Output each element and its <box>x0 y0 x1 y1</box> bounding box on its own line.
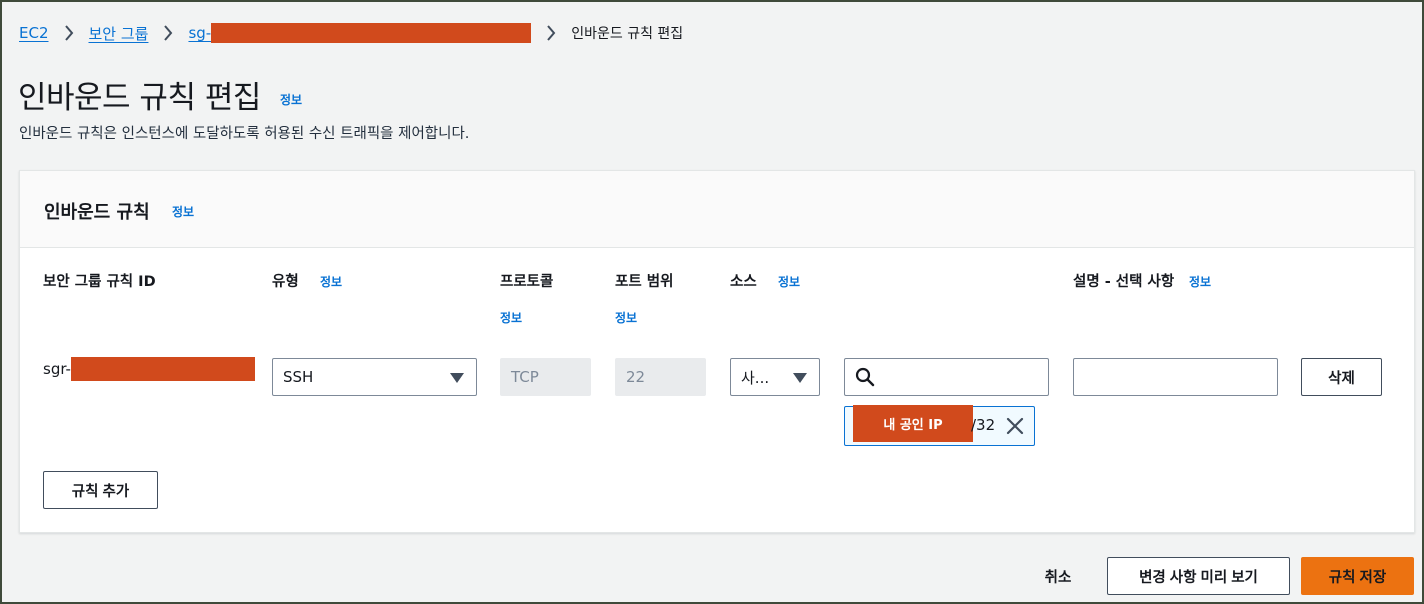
redaction-box <box>211 23 532 43</box>
port-range-value: 22 <box>626 368 646 386</box>
preview-changes-button[interactable]: 변경 사항 미리 보기 <box>1107 557 1290 595</box>
breadcrumb-security-groups[interactable]: 보안 그룹 <box>89 23 149 44</box>
port-range-info-link[interactable]: 정보 <box>615 309 637 326</box>
source-info-link[interactable]: 정보 <box>778 273 800 290</box>
column-protocol: 프로토콜 <box>500 274 554 290</box>
token-value: /32 <box>971 416 996 434</box>
close-icon[interactable] <box>1005 416 1025 436</box>
protocol-value: TCP <box>511 368 539 386</box>
protocol-field: TCP <box>500 358 591 396</box>
description-input[interactable] <box>1073 358 1278 396</box>
header-info-link[interactable]: 정보 <box>280 91 302 108</box>
cancel-button[interactable]: 취소 <box>1030 557 1086 595</box>
source-type-select[interactable]: 사... <box>730 358 820 396</box>
rule-id-cell: sgr- <box>43 357 255 381</box>
type-select-value: SSH <box>283 368 314 386</box>
page-title: 인바운드 규칙 편집 <box>18 80 261 116</box>
add-rule-button[interactable]: 규칙 추가 <box>43 471 158 509</box>
chevron-right-icon <box>539 22 563 44</box>
inbound-rules-panel: 인바운드 규칙 정보 <box>19 170 1415 533</box>
description-info-link[interactable]: 정보 <box>1189 273 1211 290</box>
caret-down-icon <box>450 373 464 383</box>
panel-header: 인바운드 규칙 정보 <box>20 171 1414 248</box>
page-description: 인바운드 규칙은 인스턴스에 도달하도록 허용된 수신 트래픽을 제어합니다. <box>19 126 470 142</box>
breadcrumb-current: 인바운드 규칙 편집 <box>571 26 684 42</box>
caret-down-icon <box>793 373 807 383</box>
breadcrumb-security-group-id[interactable]: sg- <box>188 23 532 43</box>
source-search-input[interactable] <box>844 358 1049 396</box>
protocol-info-link[interactable]: 정보 <box>500 309 522 326</box>
delete-rule-button[interactable]: 삭제 <box>1301 358 1382 396</box>
type-select[interactable]: SSH <box>272 358 477 396</box>
breadcrumb: EC2 보안 그룹 sg- 인바운드 규칙 편집 <box>19 22 683 44</box>
save-rules-button[interactable]: 규칙 저장 <box>1301 557 1414 595</box>
redaction-box <box>70 357 255 381</box>
column-description: 설명 - 선택 사항 <box>1073 274 1175 290</box>
chevron-right-icon <box>57 22 81 44</box>
column-source: 소스 <box>730 274 757 290</box>
port-range-field: 22 <box>615 358 706 396</box>
column-rule-id: 보안 그룹 규칙 ID <box>43 274 156 290</box>
chevron-right-icon <box>156 22 180 44</box>
source-token: 내 공인 IP /32 <box>844 405 1035 446</box>
panel-title: 인바운드 규칙 <box>44 202 150 223</box>
source-type-value: 사... <box>741 368 770 387</box>
token-label: 내 공인 IP <box>853 405 973 442</box>
rule-id-prefix: sgr- <box>43 360 71 378</box>
column-port-range: 포트 범위 <box>615 274 674 290</box>
column-type: 유형 <box>272 274 299 290</box>
breadcrumb-ec2[interactable]: EC2 <box>19 24 49 42</box>
type-info-link[interactable]: 정보 <box>320 273 342 290</box>
panel-info-link[interactable]: 정보 <box>172 203 194 220</box>
sg-prefix: sg- <box>188 24 212 42</box>
search-icon <box>855 367 875 387</box>
